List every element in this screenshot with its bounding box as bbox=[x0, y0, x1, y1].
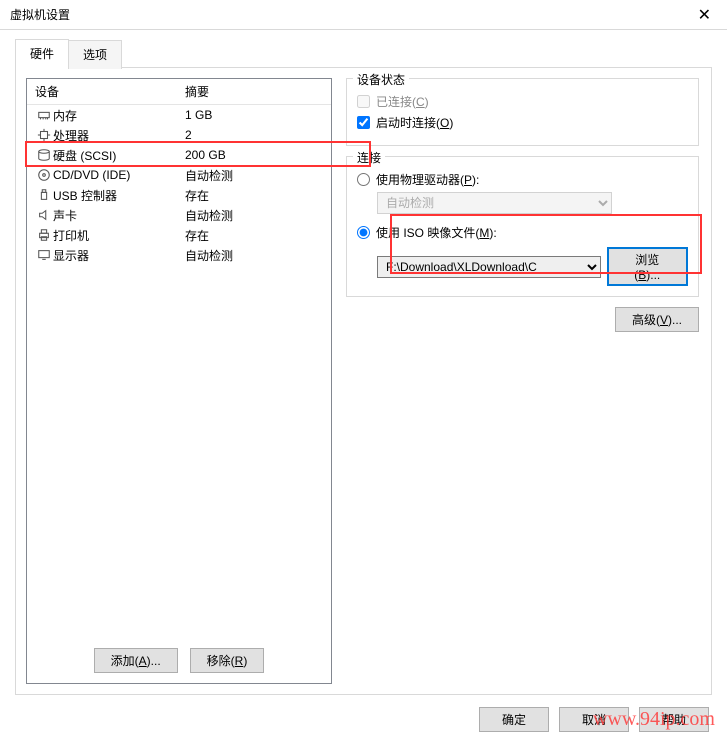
iso-radio[interactable] bbox=[357, 226, 370, 239]
device-name: CD/DVD (IDE) bbox=[53, 168, 185, 182]
tab-hardware[interactable]: 硬件 bbox=[15, 39, 69, 68]
help-button[interactable]: 帮助 bbox=[639, 707, 709, 732]
audio-icon bbox=[35, 208, 53, 222]
device-summary: 1 GB bbox=[185, 108, 323, 122]
usb-icon bbox=[35, 188, 53, 202]
disk-icon bbox=[35, 148, 53, 162]
device-row[interactable]: 打印机存在 bbox=[27, 225, 331, 245]
display-icon bbox=[35, 248, 53, 262]
device-summary: 存在 bbox=[185, 227, 323, 244]
col-summary: 摘要 bbox=[185, 83, 323, 100]
physical-drive-select: 自动检测 bbox=[377, 192, 612, 214]
advanced-button[interactable]: 高级(V)... bbox=[615, 307, 699, 332]
device-name: USB 控制器 bbox=[53, 187, 185, 204]
device-row[interactable]: 硬盘 (SCSI)200 GB bbox=[27, 145, 331, 165]
device-summary: 自动检测 bbox=[185, 247, 323, 264]
connect-on-power-checkbox[interactable] bbox=[357, 116, 370, 129]
device-summary: 自动检测 bbox=[185, 167, 323, 184]
device-status-group: 设备状态 已连接(C) 启动时连接(O) bbox=[346, 78, 699, 146]
col-device: 设备 bbox=[35, 83, 185, 100]
window-title: 虚拟机设置 bbox=[10, 6, 70, 23]
cpu-icon bbox=[35, 128, 53, 142]
device-summary: 200 GB bbox=[185, 148, 323, 162]
memory-icon bbox=[35, 108, 53, 122]
device-list-header: 设备 摘要 bbox=[27, 79, 331, 105]
device-row[interactable]: 声卡自动检测 bbox=[27, 205, 331, 225]
device-name: 显示器 bbox=[53, 247, 185, 264]
device-row[interactable]: USB 控制器存在 bbox=[27, 185, 331, 205]
iso-radio-row[interactable]: 使用 ISO 映像文件(M): bbox=[357, 224, 688, 241]
connect-on-power-row[interactable]: 启动时连接(O) bbox=[357, 114, 688, 131]
connected-checkbox-row: 已连接(C) bbox=[357, 93, 688, 110]
connection-group: 连接 使用物理驱动器(P): 自动检测 使用 ISO 映像文件(M): F:\D… bbox=[346, 156, 699, 297]
device-summary: 2 bbox=[185, 128, 323, 142]
tab-options[interactable]: 选项 bbox=[68, 40, 122, 69]
cancel-button[interactable]: 取消 bbox=[559, 707, 629, 732]
device-row[interactable]: 处理器2 bbox=[27, 125, 331, 145]
device-summary: 自动检测 bbox=[185, 207, 323, 224]
device-name: 内存 bbox=[53, 107, 185, 124]
printer-icon bbox=[35, 228, 53, 242]
device-row[interactable]: 内存1 GB bbox=[27, 105, 331, 125]
device-name: 硬盘 (SCSI) bbox=[53, 147, 185, 164]
cd-icon bbox=[35, 168, 53, 182]
connected-checkbox bbox=[357, 95, 370, 108]
device-status-legend: 设备状态 bbox=[353, 71, 409, 88]
remove-button[interactable]: 移除(R) bbox=[190, 648, 265, 673]
device-name: 声卡 bbox=[53, 207, 185, 224]
device-summary: 存在 bbox=[185, 187, 323, 204]
add-button[interactable]: 添加(A)... bbox=[94, 648, 178, 673]
browse-button[interactable]: 浏览(B)... bbox=[607, 247, 688, 286]
physical-drive-radio-row[interactable]: 使用物理驱动器(P): bbox=[357, 171, 688, 188]
connection-legend: 连接 bbox=[353, 149, 385, 166]
device-row[interactable]: 显示器自动检测 bbox=[27, 245, 331, 265]
physical-drive-radio[interactable] bbox=[357, 173, 370, 186]
device-row[interactable]: CD/DVD (IDE)自动检测 bbox=[27, 165, 331, 185]
device-name: 打印机 bbox=[53, 227, 185, 244]
close-button[interactable]: ✕ bbox=[692, 5, 717, 25]
device-name: 处理器 bbox=[53, 127, 185, 144]
device-list[interactable]: 内存1 GB处理器2硬盘 (SCSI)200 GBCD/DVD (IDE)自动检… bbox=[27, 105, 331, 638]
iso-path-combo[interactable]: F:\Download\XLDownload\C bbox=[377, 256, 601, 278]
ok-button[interactable]: 确定 bbox=[479, 707, 549, 732]
